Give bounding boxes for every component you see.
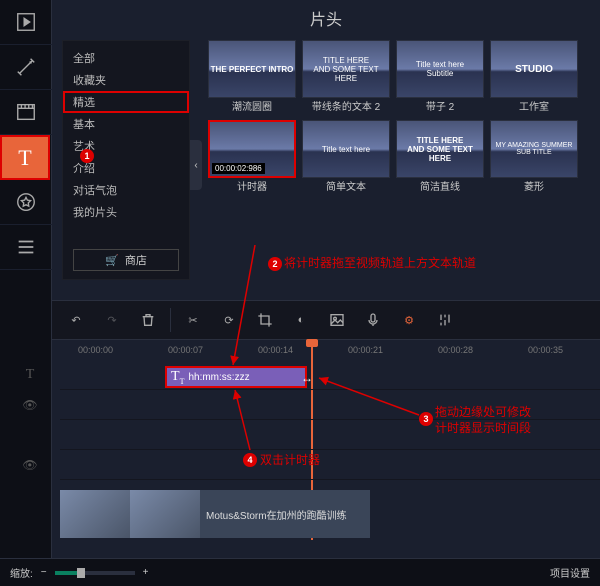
category-item[interactable]: 收藏夹 [63,69,189,91]
category-item[interactable]: 对话气泡 [63,179,189,201]
project-settings-link[interactable]: 项目设置 [550,565,590,580]
store-label: 商店 [125,252,147,268]
video-thumbnail [60,490,130,538]
video-thumbnail [130,490,200,538]
rail-text-icon[interactable]: T [0,135,50,180]
category-item-featured[interactable]: 精选 [63,91,189,113]
templates-grid: THE PERFECT INTRO 潮流圆圈 TITLE HERE AND SO… [208,40,596,290]
left-rail: T [0,0,52,586]
template-item[interactable]: Title text here Subtitle 带子 2 [396,40,484,114]
timeline-area[interactable]: TT hh:mm:ss:zzz ↔ Motus&Storm在加州的跑酷训练 [60,360,600,550]
collapse-handle[interactable]: ‹ [190,140,202,190]
text-clip-label: hh:mm:ss:zzz [188,372,249,383]
cut-button[interactable]: ✂ [179,306,207,334]
rotate-button[interactable]: ⟳ [215,306,243,334]
redo-button[interactable]: ↷ [98,306,126,334]
rail-star-icon[interactable] [0,180,52,225]
zoom-in-button[interactable]: + [143,567,149,578]
category-item[interactable]: 基本 [63,113,189,135]
annotation-badge-3: 3 [419,412,433,426]
annotation-badge-2: 2 [268,257,282,271]
text-icon: TT [171,369,184,386]
template-item[interactable]: THE PERFECT INTRO 潮流圆圈 [208,40,296,114]
annotation-badge-4: 4 [243,453,257,467]
delete-button[interactable] [134,306,162,334]
category-item[interactable]: 我的片头 [63,201,189,223]
rail-video-icon[interactable] [0,0,52,45]
text-track[interactable]: TT hh:mm:ss:zzz ↔ [60,360,600,390]
page-title: 片头 [52,0,600,36]
rail-list-icon[interactable] [0,225,52,270]
adjust-button[interactable] [431,306,459,334]
template-item[interactable]: MY AMAZING SUMMER SUB TITLE 菱形 [490,120,578,194]
timeline-toolbar: ↶ ↷ ✂ ⟳ ◐ ⚙ [52,300,600,340]
track-labels: T 👁 👁 [0,360,60,480]
text-track-label[interactable]: T [0,360,60,390]
zoom-out-button[interactable]: − [41,567,47,578]
annotation-text-2: 将计时器拖至视频轨道上方文本轨道 [284,256,476,272]
template-item[interactable]: Title text here 简单文本 [302,120,390,194]
template-item[interactable]: TITLE HERE AND SOME TEXT HERE 简洁直线 [396,120,484,194]
image-button[interactable] [323,306,351,334]
settings-button[interactable]: ⚙ [395,306,423,334]
bottom-bar: 缩放: − + 项目设置 [0,558,600,586]
template-timecode: 00:00:02:986 [212,163,265,174]
timeline-ruler[interactable]: 00:00:00 00:00:07 00:00:14 00:00:21 00:0… [60,340,600,360]
eye-track-icon[interactable]: 👁 [0,390,60,420]
text-clip-timer[interactable]: TT hh:mm:ss:zzz ↔ [165,366,307,388]
crop-button[interactable] [251,306,279,334]
annotation-text-4: 双击计时器 [260,453,320,469]
undo-button[interactable]: ↶ [62,306,90,334]
contrast-button[interactable]: ◐ [287,306,315,334]
rail-frame-icon[interactable] [0,90,52,135]
template-item[interactable]: TITLE HERE AND SOME TEXT HERE 带线条的文本 2 [302,40,390,114]
category-item[interactable]: 全部 [63,47,189,69]
rail-wand-icon[interactable] [0,45,52,90]
zoom-label: 缩放: [10,565,33,580]
template-item[interactable]: STUDIO 工作室 [490,40,578,114]
resize-handle-icon[interactable]: ↔ [301,371,313,385]
cart-icon: 🛒 [105,254,119,267]
template-item-timer[interactable]: 00:00:02:986 计时器 [208,120,296,194]
video-clip[interactable]: Motus&Storm在加州的跑酷训练 [60,490,370,538]
eye-track-icon[interactable]: 👁 [0,450,60,480]
annotation-badge-1: 1 [80,149,94,163]
zoom-slider[interactable] [55,571,135,575]
annotation-text-3: 拖动边缘处可修改 计时器显示时间段 [435,405,531,436]
mic-button[interactable] [359,306,387,334]
video-clip-label: Motus&Storm在加州的跑酷训练 [200,507,353,522]
store-button[interactable]: 🛒 商店 [73,249,179,271]
